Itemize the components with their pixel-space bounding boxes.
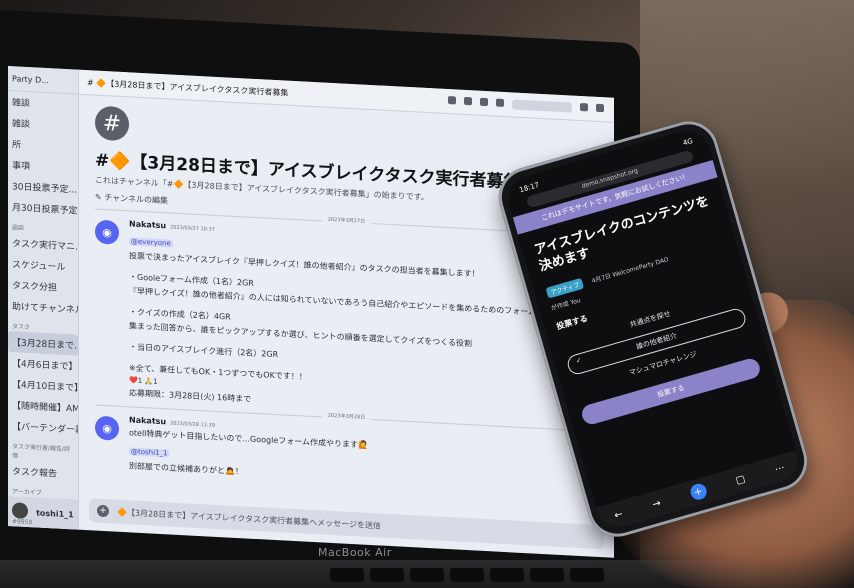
channel-name: # 🔶【3月28日まで】アイスブレイクタスク実行者募集 [87, 77, 289, 98]
keyboard-key [570, 568, 604, 582]
avatar[interactable] [12, 501, 28, 519]
topbar-icons [448, 96, 604, 114]
laptop-screen: Party D... 雑談 雑談 所 事項 30日投票予定... 月30日投票予… [8, 66, 614, 558]
pin-icon[interactable] [480, 97, 488, 107]
back-icon[interactable]: ← [613, 508, 624, 521]
threads-icon[interactable] [448, 96, 456, 105]
message-author[interactable]: Nakatsu [129, 415, 166, 426]
keyboard-key [330, 568, 364, 582]
channel-hash-icon: # [95, 105, 129, 142]
plus-icon[interactable]: + [97, 504, 109, 518]
message: ◉ Nakatsu 2023/03/28 11:39 otell特典ゲット目指した… [79, 411, 614, 499]
search-input[interactable] [512, 99, 572, 113]
laptop-model-label: MacBook Air [318, 546, 392, 559]
message-time: 2023/03/28 11:39 [170, 420, 215, 429]
photo-scene: Party D... 雑談 雑談 所 事項 30日投票予定... 月30日投票予… [0, 0, 854, 588]
date-divider-label: 2023年3月27日 [321, 215, 372, 226]
mention[interactable]: @toshi1_1 [129, 447, 170, 458]
more-icon[interactable]: ⋯ [773, 462, 786, 475]
vote-option-label: 誰の他者紹介 [635, 331, 678, 352]
discord-sidebar: Party D... 雑談 雑談 所 事項 30日投票予定... 月30日投票予… [8, 66, 79, 530]
keyboard-key [450, 568, 484, 582]
keyboard-key [490, 568, 524, 582]
bell-icon[interactable] [464, 96, 472, 106]
discord-avatar-icon[interactable]: ◉ [95, 219, 119, 245]
sidebar-category[interactable]: タスク実行者/報告/評価 [8, 436, 78, 464]
new-tab-icon[interactable]: + [688, 481, 709, 502]
keyboard-key [370, 568, 404, 582]
help-icon[interactable] [596, 103, 604, 113]
server-name[interactable]: Party D... [8, 66, 78, 95]
date-divider-label: 2023年3月28日 [321, 411, 372, 422]
tabs-icon[interactable]: ▢ [734, 473, 746, 486]
keyboard-key [410, 568, 444, 582]
user-panel: toshi1_1 #9850 [8, 496, 78, 530]
status-time: 18:17 [518, 180, 541, 195]
user-name: toshi1_1 [36, 508, 74, 520]
forward-icon[interactable]: → [651, 497, 662, 510]
composer-placeholder: 🔶【3月28日まで】アイスブレイクタスク実行者募集へメッセージを送信 [117, 507, 381, 531]
check-icon: ✓ [574, 356, 583, 366]
members-icon[interactable] [496, 98, 504, 107]
discord-avatar-icon[interactable]: ◉ [95, 415, 119, 441]
status-signal: 4G [682, 136, 694, 148]
mention[interactable]: @everyone [129, 237, 173, 248]
inbox-icon[interactable] [580, 102, 588, 112]
keyboard-key [530, 568, 564, 582]
